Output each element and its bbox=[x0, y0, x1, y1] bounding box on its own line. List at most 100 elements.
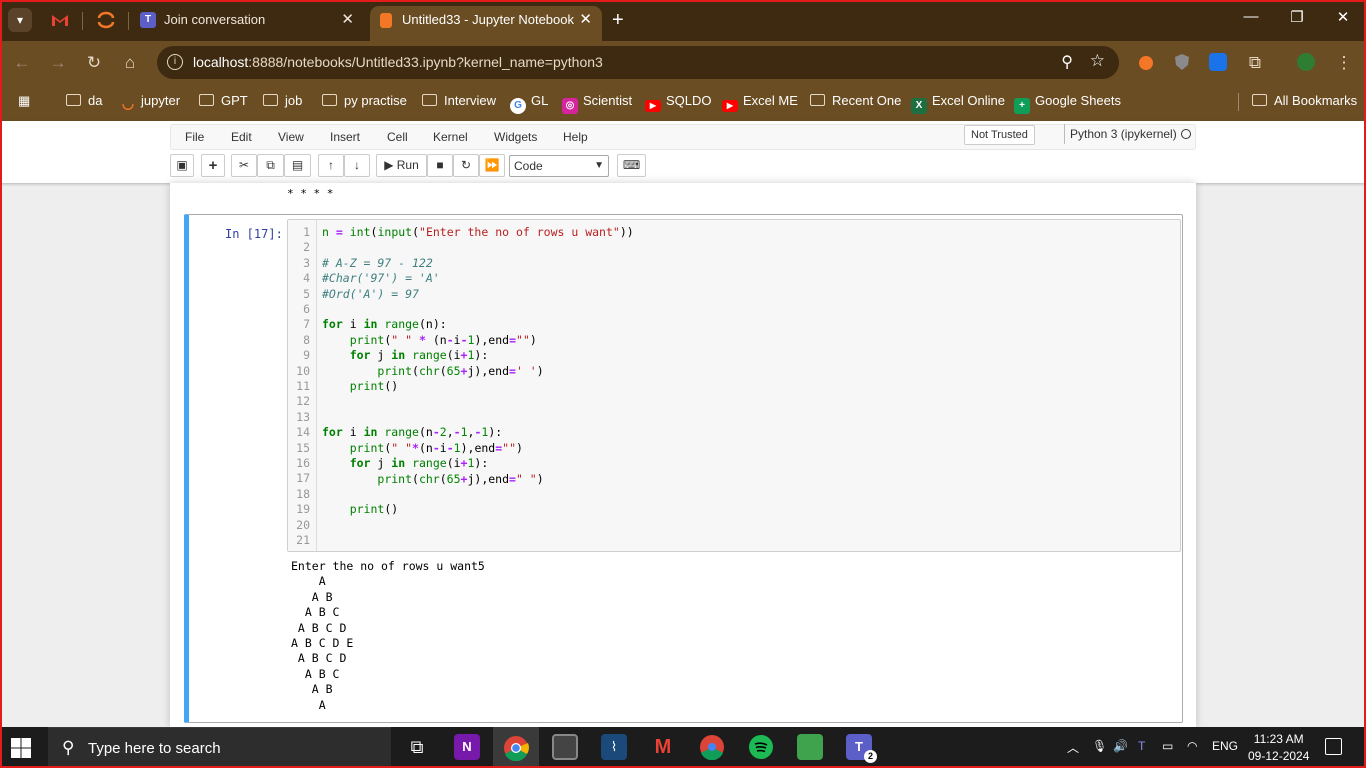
menu-widgets[interactable]: Widgets bbox=[494, 130, 537, 144]
menu-cell[interactable]: Cell bbox=[387, 130, 408, 144]
extensions-puzzle-icon[interactable]: ⧉ bbox=[1244, 53, 1266, 73]
windows-start-icon[interactable] bbox=[10, 737, 32, 759]
volume-icon[interactable]: 🔊 bbox=[1113, 739, 1128, 753]
windows-taskbar: ⚲ Type here to search ⧉ N ⌇ M T2 ︿ 🎙 🔊 T… bbox=[0, 727, 1366, 768]
menu-insert[interactable]: Insert bbox=[330, 130, 360, 144]
code-text[interactable]: n = int(input("Enter the no of rows u wa… bbox=[322, 225, 634, 533]
close-tab-icon[interactable]: ✕ bbox=[579, 6, 592, 34]
output-line: A B C D E bbox=[291, 636, 354, 651]
menu-help[interactable]: Help bbox=[563, 130, 588, 144]
insert-cell-button[interactable]: + bbox=[201, 154, 225, 177]
trusted-indicator[interactable]: Not Trusted bbox=[964, 125, 1035, 145]
menu-view[interactable]: View bbox=[278, 130, 304, 144]
bookmark-google-sheets[interactable]: + Google Sheets bbox=[1014, 93, 1121, 114]
bookmark-recent-one[interactable]: Recent One bbox=[810, 93, 901, 108]
back-button[interactable]: ← bbox=[11, 53, 33, 73]
new-tab-button[interactable]: + bbox=[612, 9, 624, 31]
bookmark-gl[interactable]: G GL bbox=[510, 93, 548, 114]
network-tray-icon[interactable]: ▭ bbox=[1162, 739, 1173, 753]
task-view-icon[interactable]: ⧉ bbox=[404, 734, 430, 760]
apps-grid-icon[interactable]: ▦ bbox=[18, 93, 30, 109]
jupyter-pinned-icon[interactable] bbox=[96, 10, 116, 30]
close-tab-icon[interactable]: ✕ bbox=[341, 6, 354, 34]
command-palette-button[interactable]: ⌨ bbox=[617, 154, 646, 177]
tab-jupyter-notebook[interactable]: Untitled33 - Jupyter Notebook ✕ bbox=[370, 6, 602, 41]
home-button[interactable]: ⌂ bbox=[119, 53, 141, 73]
cut-button[interactable]: ✂ bbox=[231, 154, 257, 177]
zoom-search-icon[interactable]: ⚲ bbox=[1061, 52, 1073, 72]
ublock-shield-icon[interactable] bbox=[1173, 53, 1191, 71]
bookmark-excel-online[interactable]: X Excel Online bbox=[911, 93, 1005, 114]
tab-search-button[interactable]: ▾ bbox=[8, 8, 32, 32]
gmail-icon[interactable] bbox=[50, 10, 70, 30]
all-bookmarks[interactable]: All Bookmarks bbox=[1252, 93, 1357, 108]
spotify-icon[interactable] bbox=[748, 734, 774, 760]
menu-edit[interactable]: Edit bbox=[231, 130, 252, 144]
notifications-icon[interactable] bbox=[1325, 738, 1342, 755]
bookmark-da[interactable]: da bbox=[66, 93, 102, 108]
sheets-icon: + bbox=[1014, 98, 1030, 114]
extension-orange-icon[interactable] bbox=[1137, 53, 1155, 71]
close-window-button[interactable]: ✕ bbox=[1320, 8, 1366, 26]
copy-button[interactable]: ⧉ bbox=[257, 154, 284, 177]
code-editor[interactable]: 1 2 3 4 5 6 7 8 9 10 11 12 13 14 15 16 17 18 19 20 21 n = in… bbox=[287, 219, 1181, 552]
excel-icon: X bbox=[911, 98, 927, 114]
bookmark-job[interactable]: job bbox=[263, 93, 302, 108]
language-indicator[interactable]: ENG bbox=[1212, 739, 1238, 753]
bookmark-jupyter[interactable]: ◡ jupyter bbox=[120, 93, 180, 111]
teams-tray-icon[interactable]: T bbox=[1138, 739, 1145, 753]
restart-run-all-button[interactable]: ⏩ bbox=[479, 154, 505, 177]
bookmark-scientist[interactable]: ◎ Scientist bbox=[562, 93, 632, 114]
menu-file[interactable]: File bbox=[185, 130, 204, 144]
line-number: 14 bbox=[296, 425, 310, 440]
bookmark-gpt[interactable]: GPT bbox=[199, 93, 248, 108]
bookmark-excel-me[interactable]: ▶ Excel ME bbox=[722, 93, 798, 112]
bookmark-star-icon[interactable]: ☆ bbox=[1090, 51, 1105, 71]
bookmark-sqldo[interactable]: ▶ SQLDO bbox=[645, 93, 712, 112]
save-button[interactable]: ▣ bbox=[170, 154, 194, 177]
line-number-gutter: 1 2 3 4 5 6 7 8 9 10 11 12 13 14 15 16 17 18 19 20 21 bbox=[288, 220, 317, 551]
chrome-taskbar-icon[interactable] bbox=[699, 734, 725, 760]
chrome-active-app[interactable] bbox=[493, 727, 539, 768]
reload-button[interactable]: ↻ bbox=[83, 53, 105, 73]
green-app-icon[interactable] bbox=[797, 734, 823, 760]
restart-button[interactable]: ↻ bbox=[453, 154, 479, 177]
interrupt-button[interactable]: ■ bbox=[427, 154, 453, 177]
tab-join-conversation[interactable]: T Join conversation ✕ bbox=[132, 6, 364, 41]
terminal-icon[interactable] bbox=[552, 734, 578, 760]
menu-kernel[interactable]: Kernel bbox=[433, 130, 468, 144]
run-button[interactable]: ▶ Run bbox=[376, 154, 427, 177]
extension-blue-icon[interactable] bbox=[1209, 53, 1227, 71]
folder-icon bbox=[199, 94, 214, 106]
profile-avatar[interactable] bbox=[1297, 53, 1315, 71]
forward-button[interactable]: → bbox=[47, 53, 69, 73]
bookmark-label: GL bbox=[531, 93, 549, 108]
move-up-button[interactable]: ↑ bbox=[318, 154, 344, 177]
move-down-button[interactable]: ↓ bbox=[344, 154, 370, 177]
url-text[interactable]: localhost:8888/notebooks/Untitled33.ipyn… bbox=[193, 54, 603, 70]
microphone-icon[interactable]: 🎙 bbox=[1092, 739, 1107, 753]
minimize-button[interactable]: — bbox=[1228, 8, 1274, 25]
line-number: 16 bbox=[296, 456, 310, 470]
taskbar-search-box[interactable]: ⚲ Type here to search bbox=[48, 727, 391, 768]
restore-button[interactable]: ❐ bbox=[1274, 8, 1320, 26]
chrome-menu-icon[interactable]: ⋮ bbox=[1333, 53, 1355, 73]
bookmark-interview[interactable]: Interview bbox=[422, 93, 496, 108]
teams-taskbar-icon[interactable]: T2 bbox=[846, 734, 877, 763]
cell-output: Enter the no of rows u want5 A A B A B C… bbox=[291, 559, 485, 713]
show-hidden-icons[interactable]: ︿ bbox=[1067, 739, 1079, 756]
gmail-taskbar-icon[interactable]: M bbox=[650, 734, 676, 760]
line-number: 4 bbox=[303, 271, 310, 286]
site-info-icon[interactable]: i bbox=[167, 54, 183, 70]
paste-button[interactable]: ▤ bbox=[284, 154, 311, 177]
address-bar[interactable]: i localhost:8888/notebooks/Untitled33.ip… bbox=[157, 46, 1119, 79]
output-line: A B C D bbox=[291, 620, 347, 635]
clock[interactable]: 11:23 AM 09-12-2024 bbox=[1248, 731, 1309, 765]
bookmark-py-practise[interactable]: py practise bbox=[322, 93, 407, 108]
cell-type-select[interactable]: Code ▼ bbox=[509, 155, 609, 177]
menu-bar: File Edit View Insert Cell Kernel Widget… bbox=[170, 124, 1196, 150]
app-blue-icon[interactable]: ⌇ bbox=[601, 734, 627, 760]
wifi-icon[interactable]: ◠ bbox=[1187, 739, 1197, 753]
code-cell-selected[interactable]: In [17]: 1 2 3 4 5 6 7 8 9 10 11 12 13 14 15 16 17 18 19 20… bbox=[184, 214, 1183, 723]
onenote-icon[interactable]: N bbox=[454, 734, 480, 760]
